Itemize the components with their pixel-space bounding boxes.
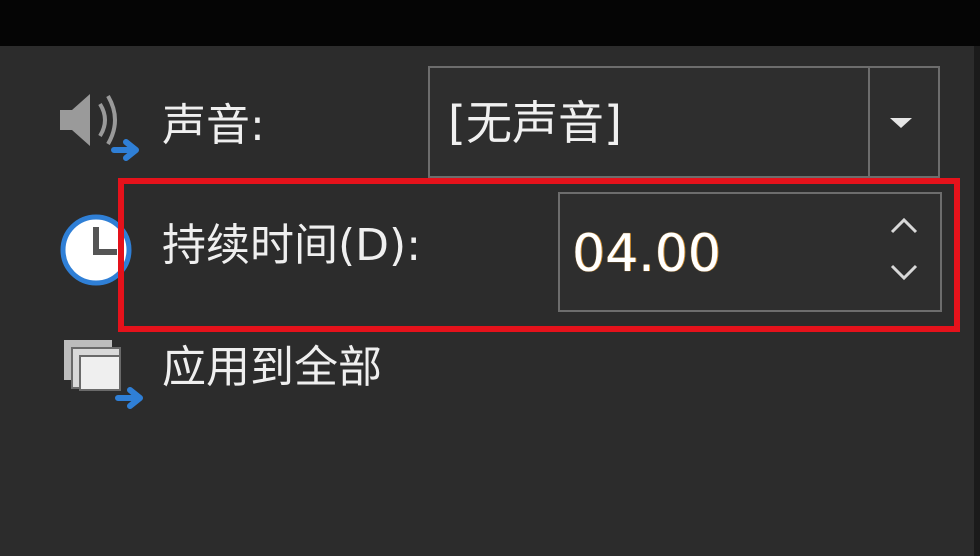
sound-dropdown-value: [无声音] [448,96,622,150]
sound-dropdown[interactable]: [无声音] [428,66,940,178]
sound-label: 声音: [162,100,265,151]
panel-edge [974,46,980,556]
speaker-icon [56,86,148,164]
chevron-down-icon [890,118,912,128]
apply-all-icon[interactable] [60,336,150,414]
duration-highlight-box [118,178,960,332]
top-bar [0,0,980,46]
apply-to-all-button[interactable]: 应用到全部 [162,346,382,390]
sound-dropdown-button[interactable] [868,68,938,176]
